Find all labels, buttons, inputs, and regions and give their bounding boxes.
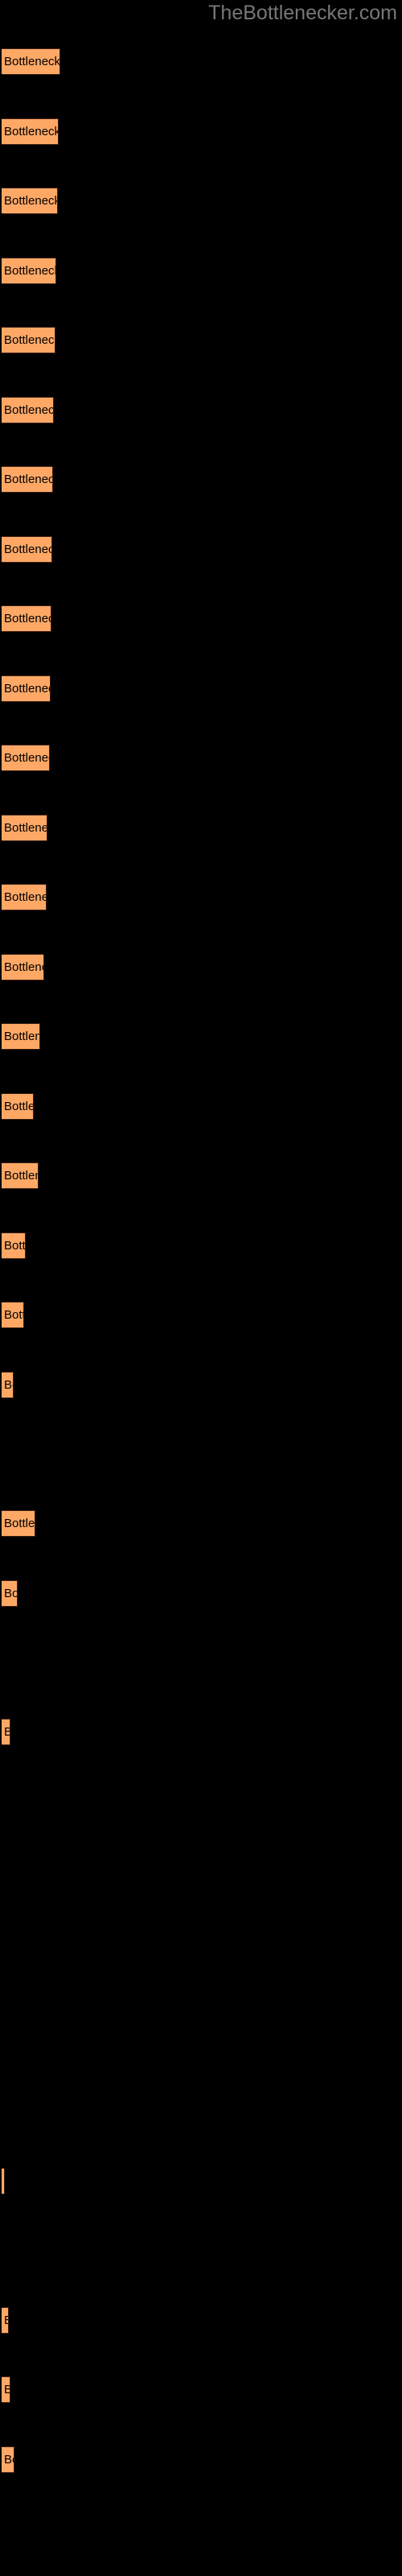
bar-3[interactable]: Bottleneck result (2, 188, 58, 214)
bar-6[interactable]: Bottleneck result (2, 397, 54, 423)
bar-label: Bottleneck result (4, 473, 52, 486)
bar-11[interactable]: Bottleneck result (2, 745, 50, 771)
bar-14[interactable]: Bottleneck result (2, 954, 44, 980)
bar-label: Bottleneck result (4, 2383, 10, 2396)
bar-label: Bottleneck result (4, 55, 60, 68)
bar-26[interactable]: Bottleneck result (2, 2376, 10, 2403)
bar-label: Bottleneck result (4, 1517, 35, 1530)
bar-5[interactable]: Bottleneck result (2, 327, 55, 353)
bar-10[interactable]: Bottleneck result (2, 675, 51, 702)
bar-24[interactable]: Bottleneck result (2, 2168, 5, 2194)
bar-label: Bottleneck result (4, 960, 43, 974)
bar-label: Bottleneck result (4, 1030, 39, 1043)
bar-label: Bottleneck result (4, 543, 51, 556)
bar-8[interactable]: Bottleneck result (2, 536, 52, 563)
bar-17[interactable]: Bottleneck result (2, 1162, 39, 1189)
bar-label: Bottleneck result (4, 1169, 38, 1183)
bar-label: Bottleneck result (4, 821, 47, 835)
bottleneck-bar-chart: Bottleneck result Bottleneck result Bottle… (0, 0, 402, 2576)
bar-label: Bottleneck result (4, 890, 46, 904)
bar-label: Bottleneck result (4, 612, 51, 625)
bar-label: Bottleneck result (4, 264, 56, 278)
bar-22[interactable]: Bottleneck result (2, 1580, 18, 1607)
bar-label: Bottleneck result (4, 1308, 23, 1322)
bar-18[interactable]: Bottleneck result (2, 1232, 26, 1259)
bar-label: Bottleneck result (4, 1378, 13, 1392)
bar-12[interactable]: Bottleneck result (2, 815, 47, 841)
bar-7[interactable]: Bottleneck result (2, 466, 53, 493)
bar-label: Bottleneck result (4, 333, 55, 347)
bar-label: Bottleneck result (4, 1239, 26, 1253)
bar-13[interactable]: Bottleneck result (2, 884, 47, 910)
bar-20[interactable]: Bottleneck result (2, 1372, 14, 1398)
bar-label: Bottleneck result (4, 2174, 5, 2188)
bar-9[interactable]: Bottleneck result (2, 605, 51, 632)
bar-2[interactable]: Bottleneck result (2, 118, 59, 145)
bar-label: Bottleneck result (4, 682, 50, 696)
bar-25[interactable]: Bottleneck result (2, 2307, 9, 2334)
bar-label: Bottleneck result (4, 751, 49, 765)
bar-1[interactable]: Bottleneck result (2, 48, 60, 75)
bar-27[interactable]: Bottleneck result (2, 2446, 14, 2473)
bar-label: Bottleneck result (4, 403, 54, 417)
bar-label: Bottleneck result (4, 1587, 18, 1600)
bar-label: Bottleneck result (4, 1725, 10, 1739)
bar-label: Bottleneck result (4, 1100, 33, 1113)
bar-23[interactable]: Bottleneck result (2, 1719, 10, 1745)
bar-15[interactable]: Bottleneck result (2, 1023, 40, 1050)
bar-21[interactable]: Bottleneck result (2, 1510, 35, 1537)
bar-label: Bottleneck result (4, 2314, 8, 2327)
bar-label: Bottleneck result (4, 194, 58, 208)
bar-4[interactable]: Bottleneck result (2, 258, 56, 284)
bar-label: Bottleneck result (4, 125, 59, 138)
bar-19[interactable]: Bottleneck result (2, 1302, 24, 1328)
bar-label: Bottleneck result (4, 2453, 14, 2467)
bar-16[interactable]: Bottleneck result (2, 1093, 34, 1120)
